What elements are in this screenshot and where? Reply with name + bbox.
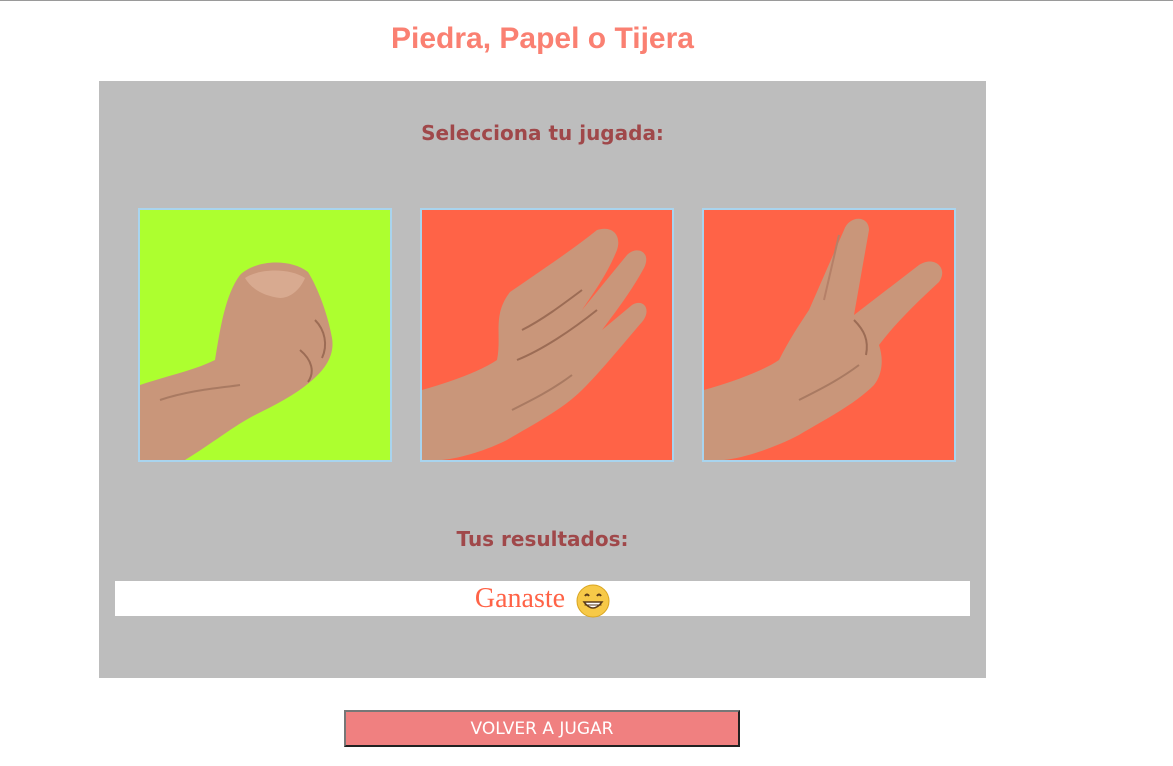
replay-button[interactable]: VOLVER A JUGAR: [344, 710, 740, 747]
page-title: Piedra, Papel o Tijera: [391, 22, 694, 55]
result-message: Ganaste: [474, 583, 566, 614]
rock-option[interactable]: [138, 208, 392, 462]
paper-option[interactable]: [420, 208, 674, 462]
results-heading: Tus resultados:: [456, 527, 629, 551]
peace-sign-hand-icon: [704, 210, 954, 460]
result-display: Ganaste: [115, 581, 970, 618]
grinning-face-icon: [576, 584, 610, 618]
open-hand-icon: [422, 210, 672, 460]
game-panel: Selecciona tu jugada: Tus resultados: Ga…: [99, 81, 986, 678]
scissors-option[interactable]: [702, 208, 956, 462]
fist-hand-icon: [140, 210, 390, 460]
selection-heading: Selecciona tu jugada:: [421, 121, 664, 145]
top-divider: [0, 0, 1173, 1]
